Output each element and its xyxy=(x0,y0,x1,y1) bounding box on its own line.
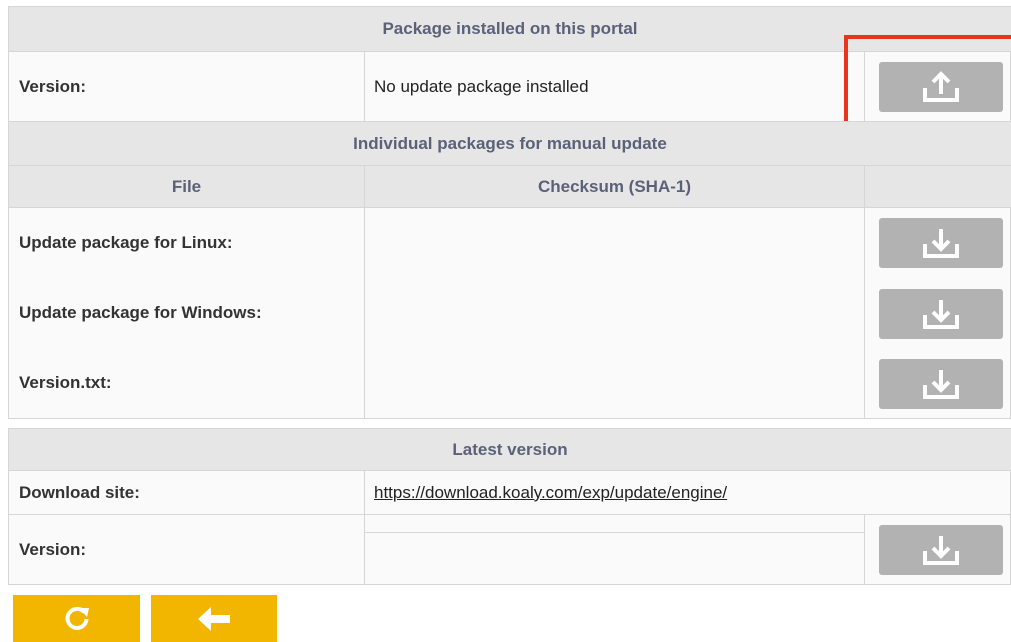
download-icon xyxy=(923,370,959,399)
installed-version-label: Version: xyxy=(19,77,87,96)
download-icon xyxy=(923,536,959,565)
arrow-left-icon xyxy=(198,606,230,631)
download-version-txt-button[interactable] xyxy=(879,359,1003,409)
column-header-action xyxy=(865,166,1011,207)
download-linux-button[interactable] xyxy=(879,218,1003,268)
table-row-checksum xyxy=(374,348,854,418)
column-header-checksum: Checksum (SHA-1) xyxy=(365,166,864,207)
latest-version-value xyxy=(374,533,854,585)
table-row-checksum xyxy=(374,278,854,348)
download-windows-button[interactable] xyxy=(879,289,1003,339)
table-row-label: Version.txt: xyxy=(19,373,112,392)
download-site-label: Download site: xyxy=(19,482,140,502)
download-site-link[interactable]: https://download.koaly.com/exp/update/en… xyxy=(374,483,727,503)
download-icon xyxy=(923,229,959,258)
download-icon xyxy=(923,300,959,329)
latest-version-label: Version: xyxy=(19,540,87,559)
divider xyxy=(364,52,365,122)
table-row-checksum xyxy=(374,208,854,278)
latest-version-header-text: Latest version xyxy=(452,439,568,459)
back-button[interactable] xyxy=(151,595,277,642)
refresh-icon xyxy=(65,606,89,630)
latest-version-header: Latest version xyxy=(9,429,1011,470)
divider xyxy=(864,208,865,418)
column-header-file: File xyxy=(9,166,364,207)
individual-packages-header: Individual packages for manual update xyxy=(9,122,1011,165)
divider xyxy=(864,515,865,585)
download-site-value: https://download.koaly.com/exp/update/en… xyxy=(374,471,1004,514)
divider xyxy=(364,208,365,418)
table-row-label: Update package for Linux: xyxy=(19,233,233,252)
installed-package-header-text: Package installed on this portal xyxy=(382,19,638,38)
installed-version-value: No update package installed xyxy=(374,77,589,96)
download-latest-button[interactable] xyxy=(879,525,1003,575)
individual-packages-header-text: Individual packages for manual update xyxy=(353,133,667,153)
table-row-label: Update package for Windows: xyxy=(19,303,262,322)
refresh-button[interactable] xyxy=(13,595,140,642)
divider xyxy=(364,471,365,585)
